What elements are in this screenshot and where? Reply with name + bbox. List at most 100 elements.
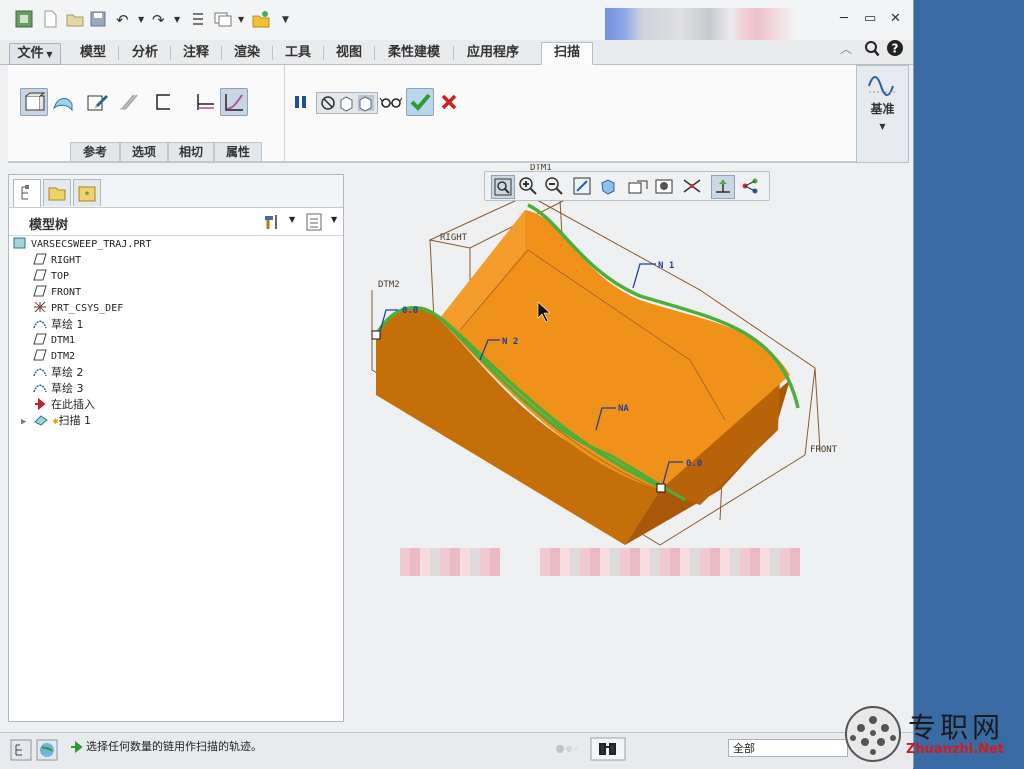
redo-icon[interactable]: ↷	[152, 11, 165, 29]
tree-item-insert-here[interactable]: 在此插入	[33, 397, 95, 413]
show-navigator-icon[interactable]	[10, 739, 32, 761]
datum-display-icon[interactable]	[681, 175, 703, 197]
save-icon[interactable]	[90, 10, 106, 28]
help-icon[interactable]: ?	[886, 39, 904, 57]
pause-icon	[295, 96, 306, 108]
cancel-x-icon	[441, 94, 457, 110]
start-point-handle[interactable]	[371, 330, 381, 340]
zoom-out-icon[interactable]	[543, 175, 565, 197]
show-options-icon[interactable]	[305, 212, 323, 232]
datum-icon	[868, 76, 897, 96]
undo-dropdown-icon[interactable]: ▼	[138, 15, 144, 24]
expand-arrow-icon[interactable]: ▶	[21, 417, 26, 427]
regen-status-indicator	[552, 739, 584, 761]
datum-plane-icon	[33, 285, 47, 297]
tab-favorites[interactable]: *	[73, 179, 101, 206]
new-file-icon[interactable]	[42, 10, 58, 28]
part-icon	[13, 237, 26, 249]
tab-model-tree[interactable]	[13, 179, 41, 207]
open-file-icon[interactable]	[66, 10, 84, 28]
tree-item-front[interactable]: FRONT	[33, 285, 81, 301]
view-manager-icon[interactable]	[653, 175, 675, 197]
tree-item-top[interactable]: TOP	[33, 269, 69, 285]
windows-icon[interactable]	[214, 10, 232, 28]
subtab-tangency[interactable]: 相切	[168, 142, 214, 163]
collapse-ribbon-icon[interactable]: ︿	[840, 40, 852, 57]
search-icon[interactable]	[864, 40, 880, 58]
tree-item-sweep-1[interactable]: ▶ ✱扫描 1	[21, 413, 91, 429]
sketch-icon	[33, 368, 47, 377]
maximize-icon[interactable]: ▭	[864, 11, 876, 26]
open-section-button[interactable]	[150, 89, 176, 115]
tab-file[interactable]: 文件 ▼	[9, 43, 61, 65]
regenerate-icon[interactable]	[190, 10, 206, 28]
annotation-display-icon[interactable]	[711, 175, 735, 199]
windows-dropdown-icon[interactable]: ▼	[238, 15, 244, 24]
saved-orientations-icon[interactable]	[627, 175, 649, 197]
remove-material-button[interactable]	[84, 89, 110, 115]
tree-item-sketch-2[interactable]: 草绘 2	[33, 365, 84, 381]
tab-folder-browser[interactable]	[43, 179, 71, 206]
tab-view[interactable]: 视图	[326, 43, 372, 63]
annotation-n1: N 1	[658, 261, 674, 271]
minimize-icon[interactable]: ─	[840, 11, 848, 26]
tree-item-sketch-3[interactable]: 草绘 3	[33, 381, 84, 397]
tree-settings-dropdown-icon[interactable]: ▼	[289, 215, 295, 224]
tree-root[interactable]: VARSECSWEEP_TRAJ.PRT	[13, 237, 151, 253]
datum-plane-icon	[33, 269, 47, 281]
tab-analysis[interactable]: 分析	[122, 43, 168, 63]
customize-toolbar-icon[interactable]: ▼	[282, 15, 289, 25]
tree-item-csys[interactable]: PRT_CSYS_DEF	[33, 301, 123, 317]
accept-button[interactable]	[406, 88, 434, 116]
close-window-icon[interactable]	[252, 10, 270, 28]
tab-model[interactable]: 模型	[70, 43, 116, 63]
find-icon[interactable]	[590, 737, 626, 761]
tab-tools[interactable]: 工具	[275, 43, 321, 63]
window-title-blurred	[605, 8, 795, 40]
pause-button[interactable]	[288, 89, 314, 115]
variable-section-button[interactable]	[220, 88, 248, 116]
remove-material-icon	[87, 95, 108, 111]
repaint-icon[interactable]	[571, 175, 593, 197]
end-point-handle[interactable]	[656, 483, 666, 493]
tab-render[interactable]: 渲染	[224, 43, 270, 63]
tab-applications[interactable]: 应用程序	[457, 43, 529, 63]
show-options-dropdown-icon[interactable]: ▼	[331, 215, 337, 224]
tab-annotate[interactable]: 注释	[173, 43, 219, 63]
undo-icon[interactable]: ↶	[116, 11, 129, 29]
cancel-button[interactable]	[436, 89, 462, 115]
close-icon[interactable]: ✕	[890, 11, 901, 26]
thicken-button[interactable]	[116, 89, 142, 115]
show-browser-icon[interactable]	[36, 739, 58, 761]
verify-button[interactable]	[378, 89, 404, 115]
tree-item-dtm2[interactable]: DTM2	[33, 349, 75, 365]
tree-item-dtm1[interactable]: DTM1	[33, 333, 75, 349]
zoom-in-icon[interactable]	[517, 175, 539, 197]
model-viewport[interactable]: N 1 N 2 NA 0.0 0.0 DTM1 RIGHT DTM2 FRONT	[344, 163, 912, 730]
tab-sweep[interactable]: 扫描	[541, 42, 593, 65]
subtab-options[interactable]: 选项	[120, 142, 168, 163]
geometry-preview-icon[interactable]	[338, 94, 356, 112]
solid-button[interactable]	[20, 88, 48, 116]
no-preview-icon[interactable]	[319, 94, 337, 112]
graphics-window[interactable]: N 1 N 2 NA 0.0 0.0 DTM1 RIGHT DTM2 FRONT	[344, 163, 912, 730]
app-icon	[15, 10, 33, 28]
subtab-properties[interactable]: 属性	[214, 142, 262, 163]
constant-section-button[interactable]	[192, 89, 218, 115]
surface-button[interactable]	[50, 89, 76, 115]
selection-filter[interactable]: 全部	[728, 739, 848, 757]
refit-icon[interactable]	[491, 175, 515, 199]
display-style-icon[interactable]	[597, 175, 619, 197]
feature-preview-icon[interactable]	[357, 94, 375, 112]
navigator-panel: * 模型树 ▼ ▼ VARSECSWEEP_TRAJ.PRT RIGHT TOP…	[8, 174, 344, 722]
tree-item-right[interactable]: RIGHT	[33, 253, 81, 269]
datum-label: 基准	[870, 102, 895, 116]
redo-dropdown-icon[interactable]: ▼	[174, 15, 180, 24]
datum-group[interactable]: 基准 ▼	[856, 65, 909, 163]
tree-item-sketch-1[interactable]: 草绘 1	[33, 317, 84, 333]
spin-center-icon[interactable]	[739, 175, 761, 197]
tree-settings-icon[interactable]	[263, 213, 283, 231]
navigator-tabs: *	[9, 175, 343, 208]
subtab-references[interactable]: 参考	[70, 142, 120, 163]
tab-flexible-modeling[interactable]: 柔性建模	[378, 43, 450, 63]
